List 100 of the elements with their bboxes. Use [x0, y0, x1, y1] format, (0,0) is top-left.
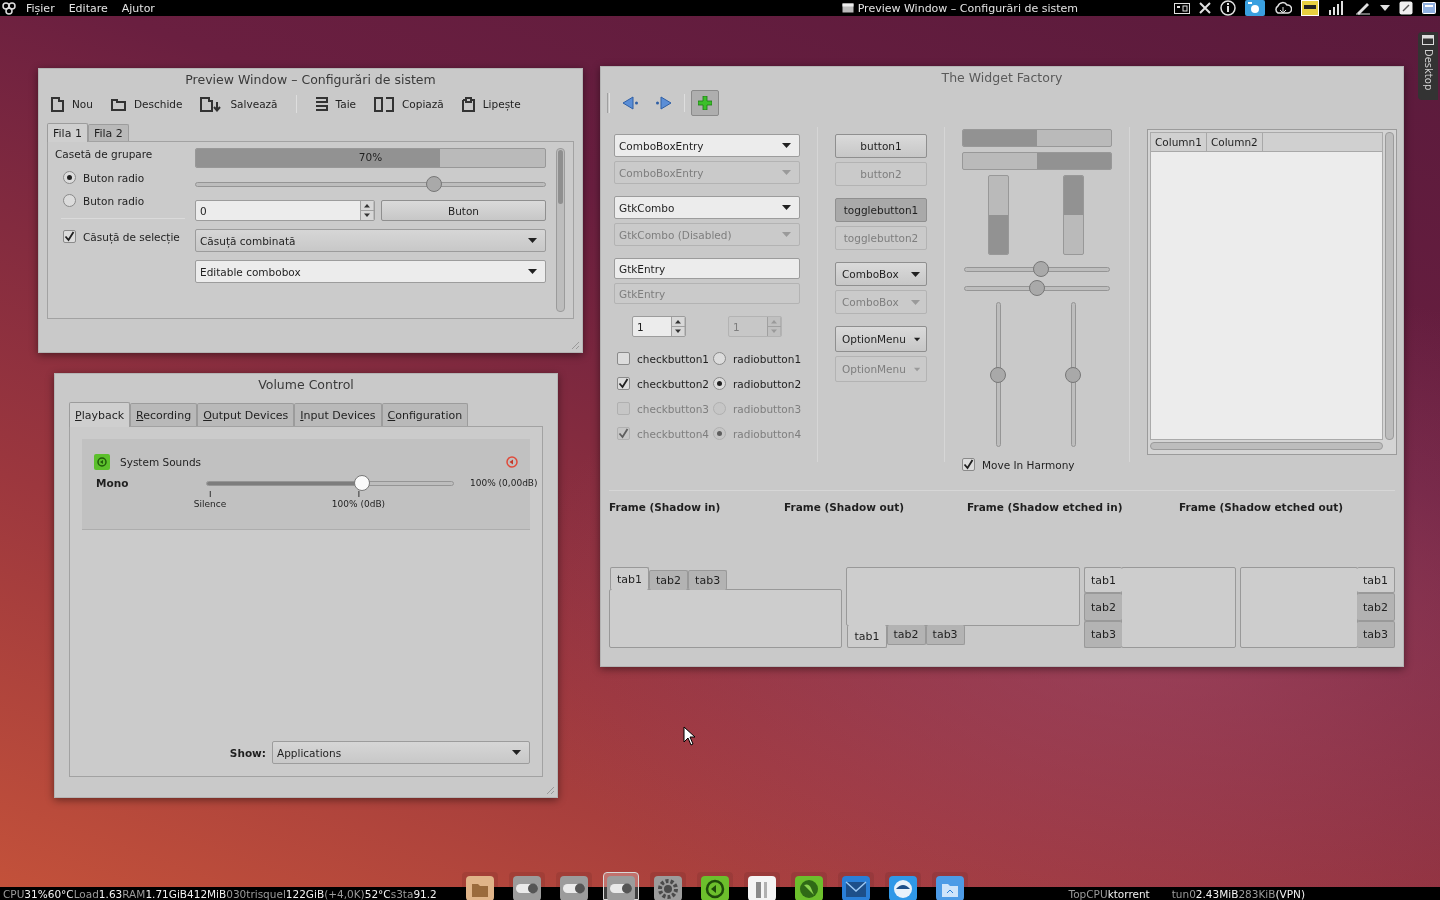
logo-icon[interactable]	[2, 1, 16, 15]
desktop-tab[interactable]: Desktop	[1418, 32, 1438, 100]
button[interactable]: Buton	[381, 200, 546, 221]
scrollbar[interactable]	[1150, 442, 1383, 450]
status-text: s3ta	[390, 887, 414, 900]
tab[interactable]: tab3	[925, 625, 965, 645]
slider[interactable]	[990, 302, 1006, 447]
tab[interactable]: Playback	[69, 402, 131, 427]
combo-box[interactable]: Căsuță combinată	[195, 229, 546, 252]
dock-item[interactable]	[556, 872, 592, 900]
slider-thumb[interactable]	[426, 176, 443, 192]
combo-box[interactable]: ComboBox	[835, 262, 927, 286]
combo-box[interactable]: Editable combobox	[195, 260, 546, 283]
column-header[interactable]: Column1	[1151, 133, 1207, 151]
slider-thumb[interactable]	[354, 475, 371, 491]
toolbar-button[interactable]: Deschide	[110, 97, 183, 111]
caret-icon[interactable]	[1380, 5, 1390, 11]
spin-field[interactable]: 0	[195, 200, 375, 221]
button[interactable]: button1	[835, 134, 927, 158]
checkbox[interactable]	[962, 458, 975, 471]
channel-label: Mono	[95, 477, 130, 489]
slider[interactable]	[964, 261, 1110, 277]
tab[interactable]: tab3	[688, 570, 728, 590]
battery-icon[interactable]	[1301, 0, 1319, 16]
toolbar-button[interactable]: Lipește	[461, 96, 521, 112]
dock-item[interactable]	[697, 872, 733, 900]
radio-button[interactable]	[713, 377, 726, 390]
tab[interactable]: Fila 2	[87, 124, 129, 141]
tab[interactable]: Input Devices	[294, 403, 382, 426]
column-header[interactable]: Column2	[1206, 133, 1263, 151]
grip-icon[interactable]	[607, 93, 610, 113]
dock-item[interactable]	[791, 872, 827, 900]
slider-thumb[interactable]	[1032, 261, 1049, 277]
dock-item[interactable]	[509, 872, 545, 900]
menu-item[interactable]: Editare	[68, 1, 108, 15]
checkbox[interactable]	[617, 377, 630, 390]
tab[interactable]: tab1	[610, 567, 650, 590]
tab[interactable]: tab2	[649, 570, 689, 590]
spin-field[interactable]: 1	[632, 316, 686, 337]
tab[interactable]: tab2	[1083, 593, 1122, 621]
spin-arrows-icon[interactable]	[360, 201, 374, 220]
combo-box[interactable]: ComboBoxEntry	[614, 134, 800, 157]
tab[interactable]: tab1	[847, 625, 887, 648]
caret-icon	[782, 170, 791, 175]
slider[interactable]	[1065, 302, 1081, 447]
radio-button[interactable]	[63, 171, 76, 184]
spin-arrows-icon[interactable]	[671, 317, 685, 336]
checkbox[interactable]	[617, 352, 630, 365]
status-text: 2.43MiB	[1195, 887, 1239, 900]
tab[interactable]: tab3	[1083, 620, 1122, 648]
toolbar-button[interactable]: Copiază	[374, 96, 444, 112]
slider[interactable]	[964, 280, 1110, 296]
combo-box[interactable]: Applications	[272, 741, 530, 764]
checkbox-label: Move In Harmony	[982, 458, 1075, 471]
resize-grip-icon[interactable]	[545, 785, 555, 795]
toggle-button[interactable]: togglebutton1	[835, 198, 927, 222]
dock-item[interactable]	[838, 872, 874, 900]
slider[interactable]	[206, 475, 454, 491]
option-menu[interactable]: OptionMenu	[835, 326, 927, 352]
cloud-icon[interactable]	[1274, 1, 1292, 15]
dock-item[interactable]	[932, 872, 968, 900]
slider-thumb[interactable]	[990, 366, 1006, 383]
resize-grip-icon[interactable]	[570, 340, 580, 350]
toolbar-button[interactable]: Salvează	[200, 96, 278, 112]
toolbar-button[interactable]: Taie	[314, 97, 356, 111]
keyboard-icon[interactable]	[1174, 2, 1190, 14]
tab[interactable]: tab2	[886, 625, 926, 645]
checkbox[interactable]	[63, 230, 76, 243]
info-icon[interactable]	[1220, 0, 1236, 16]
slider[interactable]	[195, 176, 546, 192]
menu-item[interactable]: Fișier	[26, 1, 55, 15]
status-text: CPU	[3, 887, 25, 900]
scrollbar[interactable]	[556, 148, 565, 312]
dock-item[interactable]	[650, 872, 686, 900]
tab[interactable]: tab2	[1356, 593, 1395, 621]
tab[interactable]: Recording	[130, 403, 198, 426]
combo-box[interactable]: GtkCombo	[614, 196, 800, 219]
slider-thumb[interactable]	[1065, 366, 1081, 383]
radio-button[interactable]	[713, 352, 726, 365]
dock-item[interactable]	[462, 872, 498, 900]
tab[interactable]: Output Devices	[197, 403, 295, 426]
menu-item[interactable]: Ajutor	[121, 1, 155, 15]
signal-icon[interactable]	[1328, 1, 1346, 15]
tab[interactable]: Configuration	[381, 403, 469, 426]
tab[interactable]: tab1	[1083, 567, 1122, 594]
camera-icon[interactable]	[1245, 0, 1265, 16]
speaker-icon	[94, 454, 110, 470]
text-field[interactable]: GtkEntry	[614, 258, 800, 279]
pen-icon[interactable]	[1355, 1, 1371, 15]
close-icon[interactable]	[1199, 2, 1211, 14]
scrollbar[interactable]	[1385, 132, 1394, 440]
slider-thumb[interactable]	[1029, 280, 1045, 296]
toolbar-button[interactable]: Nou	[51, 96, 93, 112]
radio-button[interactable]	[63, 194, 76, 207]
dock-item[interactable]	[885, 872, 921, 900]
tab[interactable]: Fila 1	[47, 123, 88, 142]
dock-item[interactable]	[744, 872, 780, 900]
mute-icon[interactable]	[506, 456, 518, 468]
dock-item[interactable]	[603, 872, 639, 900]
tab[interactable]: tab1	[1356, 567, 1395, 594]
